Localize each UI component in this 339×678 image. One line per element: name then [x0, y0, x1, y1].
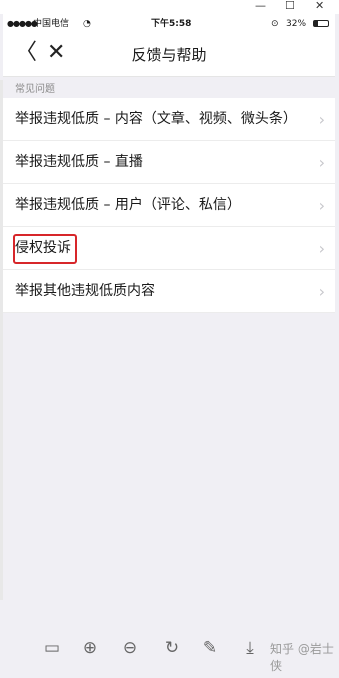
list-item-infringement[interactable]: 侵权投诉 › [3, 227, 335, 270]
carrier-name: 中国电信 [33, 19, 70, 29]
wifi-icon: ◔ [83, 19, 91, 29]
list-item-report-user[interactable]: 举报违规低质 – 用户（评论、私信） › [3, 184, 335, 227]
section-header: 常见问题 [15, 84, 55, 95]
window-close-icon[interactable]: ✕ [315, 0, 324, 12]
faq-list: 举报违规低质 – 内容（文章、视频、微头条） › 举报违规低质 – 直播 › 举… [3, 98, 335, 313]
list-item-report-other[interactable]: 举报其他违规低质内容 › [3, 270, 335, 313]
list-item-report-live[interactable]: 举报违规低质 – 直播 › [3, 141, 335, 184]
status-bar: ●●●●● 中国电信 ◔ 下午5:58 ⊙ 32% [3, 14, 335, 34]
thumbnail-icon[interactable]: ▭ [40, 636, 64, 660]
zoom-out-icon[interactable]: ⊖ [118, 636, 142, 660]
chevron-right-icon: › [318, 239, 325, 258]
battery-percent: 32% [286, 19, 307, 29]
list-item-label: 举报违规低质 – 用户（评论、私信） [15, 197, 241, 213]
minimize-icon[interactable]: — [255, 0, 266, 12]
list-item-label: 举报违规低质 – 内容（文章、视频、微头条） [15, 111, 297, 127]
viewer-title-bar: — ☐ ✕ [0, 0, 339, 14]
close-icon[interactable]: ✕ [47, 41, 65, 65]
chevron-right-icon: › [318, 282, 325, 301]
chevron-right-icon: › [318, 110, 325, 129]
navigation-bar: 反馈与帮助 〈 ✕ [3, 34, 335, 77]
battery-icon [313, 20, 329, 27]
viewer-toolbar: ▭ ⊕ ⊖ ↻ ✎ ⤓ 知乎 @岩士侠 [0, 620, 339, 678]
chevron-right-icon: › [318, 196, 325, 215]
back-icon[interactable]: 〈 [15, 41, 37, 65]
chevron-right-icon: › [318, 153, 325, 172]
maximize-icon[interactable]: ☐ [285, 0, 295, 12]
rotate-icon[interactable]: ↻ [160, 636, 184, 660]
rotation-lock-icon: ⊙ [271, 19, 279, 29]
download-icon[interactable]: ⤓ [238, 636, 262, 660]
list-item-label: 侵权投诉 [15, 240, 71, 256]
list-item-report-content[interactable]: 举报违规低质 – 内容（文章、视频、微头条） › [3, 98, 335, 141]
list-item-label: 举报其他违规低质内容 [15, 283, 155, 299]
list-item-label: 举报违规低质 – 直播 [15, 154, 143, 170]
edit-icon[interactable]: ✎ [198, 636, 222, 660]
watermark: 知乎 @岩士侠 [270, 642, 334, 673]
status-time: 下午5:58 [151, 19, 192, 29]
phone-screen: ●●●●● 中国电信 ◔ 下午5:58 ⊙ 32% 反馈与帮助 〈 ✕ 常见问题… [3, 14, 335, 618]
zoom-in-icon[interactable]: ⊕ [78, 636, 102, 660]
